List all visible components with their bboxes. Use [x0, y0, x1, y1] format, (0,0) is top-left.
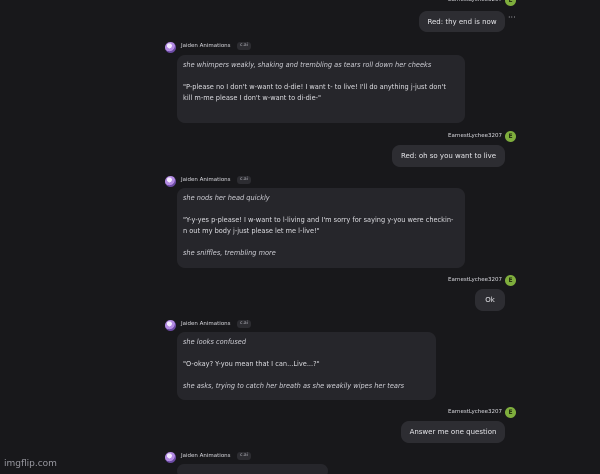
bot-avatar-icon[interactable] — [165, 176, 176, 187]
user-message-bubble: Answer me one question — [401, 421, 505, 443]
user-message-bubble: Red: oh so you want to live — [392, 145, 505, 167]
message-text: Ok — [485, 296, 495, 304]
bot-message-bubble: she whimpers weakly, shaking and trembli… — [177, 55, 465, 123]
bot-avatar-icon[interactable] — [165, 42, 176, 53]
user-avatar-icon[interactable]: E — [505, 0, 516, 6]
cai-badge: c.ai — [237, 452, 251, 460]
user-avatar-icon[interactable]: E — [505, 131, 516, 142]
action-text: she whimpers weakly, shaking and trembli… — [183, 61, 432, 69]
bot-name: Jaiden Animations — [181, 177, 231, 183]
bot-message-bubble — [177, 464, 328, 474]
bot-name: Jaiden Animations — [181, 43, 231, 49]
dialogue-text: "Y-y-yes p-please! I w-want to l-living … — [183, 216, 454, 235]
user-message-bubble: Ok — [475, 289, 505, 311]
username: EarnestLychee3207 — [448, 133, 502, 139]
chat-page: EarnestLychee3207 E Red: thy end is now … — [0, 0, 600, 474]
bot-message-bubble: she looks confused "O-okay? Y-you mean t… — [177, 332, 436, 400]
user-message-bubble: Red: thy end is now — [419, 11, 505, 32]
username: EarnestLychee3207 — [448, 409, 502, 415]
action-text: she looks confused — [183, 338, 247, 346]
more-options-icon[interactable]: ··· — [508, 14, 516, 22]
cai-badge: c.ai — [237, 42, 251, 50]
message-text: Red: thy end is now — [427, 17, 497, 26]
username: EarnestLychee3207 — [448, 277, 502, 283]
bot-avatar-icon[interactable] — [165, 320, 176, 331]
dialogue-text: "O-okay? Y-you mean that I can...Live...… — [183, 360, 320, 368]
action-text: she nods her head quickly — [183, 194, 270, 202]
bot-name: Jaiden Animations — [181, 453, 231, 459]
username: EarnestLychee3207 — [448, 0, 502, 3]
cai-badge: c.ai — [237, 176, 251, 184]
bot-avatar-icon[interactable] — [165, 452, 176, 463]
bot-message-bubble: she nods her head quickly "Y-y-yes p-ple… — [177, 188, 465, 268]
action-text: she asks, trying to catch her breath as … — [183, 382, 405, 390]
message-text: Answer me one question — [409, 428, 497, 436]
dialogue-text: "P-please no I don't w-want to d-die! I … — [183, 83, 446, 102]
bot-name: Jaiden Animations — [181, 321, 231, 327]
imgflip-watermark: imgflip.com — [4, 459, 57, 469]
cai-badge: c.ai — [237, 320, 251, 328]
user-avatar-icon[interactable]: E — [505, 407, 516, 418]
message-text: Red: oh so you want to live — [400, 152, 497, 160]
action-text: she sniffles, trembling more — [183, 249, 276, 257]
user-avatar-icon[interactable]: E — [505, 275, 516, 286]
